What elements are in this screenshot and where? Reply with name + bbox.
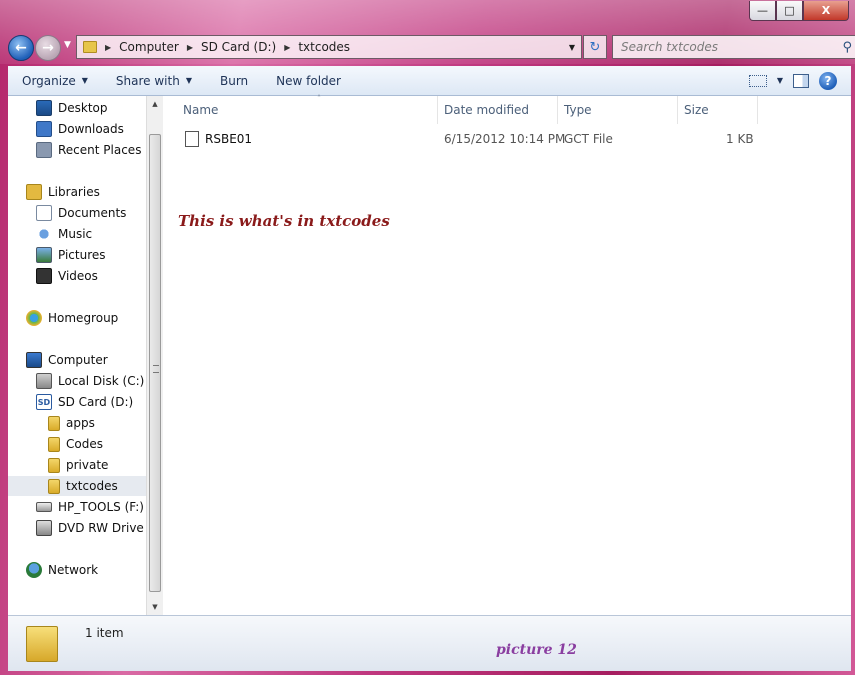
network-icon [26, 562, 42, 578]
breadcrumb-separator-icon[interactable]: ▶ [284, 43, 290, 52]
folder-icon [48, 457, 60, 473]
homegroup-icon [26, 310, 42, 326]
sidebar-item-local-disk[interactable]: Local Disk (C:) [36, 371, 144, 391]
breadcrumb-computer[interactable]: Computer [119, 40, 179, 54]
breadcrumb-separator-icon[interactable]: ▶ [105, 43, 111, 52]
breadcrumb-txtcodes[interactable]: txtcodes [298, 40, 350, 54]
local-disk-icon [36, 373, 52, 389]
file-name-cell: RSBE01 [185, 130, 252, 148]
sidebar-item-libraries[interactable]: Libraries [26, 182, 100, 202]
downloads-icon [36, 121, 52, 137]
help-icon[interactable]: ? [819, 71, 837, 90]
recent-pages-dropdown[interactable]: ▼ [64, 40, 71, 50]
command-bar: Organize ▼ Share with ▼ Burn New folder ▼ … [8, 66, 851, 96]
videos-icon [36, 268, 52, 284]
sidebar-item-network[interactable]: Network [26, 560, 98, 580]
minimize-button[interactable]: — [749, 1, 776, 21]
picture-label: picture 12 [496, 642, 577, 658]
search-placeholder: Search txtcodes [621, 40, 719, 54]
burn-button[interactable]: Burn [206, 74, 262, 88]
sort-ascending-icon: ˄ [317, 94, 321, 103]
sidebar-item-videos[interactable]: Videos [36, 266, 98, 286]
folder-icon [83, 41, 97, 53]
column-header-name[interactable]: Name ˄ [177, 94, 438, 124]
forward-button[interactable]: → [35, 35, 61, 61]
view-options-dropdown-icon[interactable]: ▼ [777, 76, 783, 85]
back-arrow-icon: ← [15, 40, 27, 56]
sidebar-item-sd-card[interactable]: SD SD Card (D:) [36, 392, 133, 412]
address-bar[interactable]: ▶ Computer ▶ SD Card (D:) ▶ txtcodes ▼ [76, 35, 582, 59]
dvd-drive-icon [36, 520, 52, 536]
documents-icon [36, 205, 52, 221]
navigation-scrollbar[interactable]: ▲ ▼ [146, 96, 163, 615]
file-type-cell: GCT File [564, 132, 613, 146]
sidebar-item-hp-tools[interactable]: HP_TOOLS (F:) [36, 497, 144, 517]
sidebar-item-homegroup[interactable]: Homegroup [26, 308, 118, 328]
folder-icon [48, 478, 60, 494]
forward-arrow-icon: → [42, 40, 54, 56]
breadcrumb-separator-icon[interactable]: ▶ [187, 43, 193, 52]
file-date-cell: 6/15/2012 10:14 PM [444, 132, 566, 146]
details-pane: 1 item picture 12 [8, 615, 851, 671]
breadcrumb-sd-card[interactable]: SD Card (D:) [201, 40, 276, 54]
caption-buttons: — □ X [749, 1, 849, 21]
search-input[interactable]: Search txtcodes ⚲ [612, 35, 855, 59]
sd-card-icon: SD [36, 394, 52, 410]
new-folder-button[interactable]: New folder [262, 74, 355, 88]
pictures-icon [36, 247, 52, 263]
navigation-row: ← → ▼ ▶ Computer ▶ SD Card (D:) ▶ txtcod… [8, 32, 855, 62]
change-view-icon[interactable] [748, 74, 767, 87]
close-button[interactable]: X [803, 1, 849, 21]
sidebar-item-dvd-drive[interactable]: DVD RW Drive (G [36, 518, 146, 538]
item-count: 1 item [85, 626, 124, 640]
scroll-thumb[interactable] [149, 134, 161, 592]
back-button[interactable]: ← [8, 35, 34, 61]
scroll-down-icon[interactable]: ▼ [147, 599, 163, 615]
sidebar-item-recent-places[interactable]: Recent Places [36, 140, 141, 160]
scroll-up-icon[interactable]: ▲ [147, 96, 163, 112]
organize-menu[interactable]: Organize ▼ [8, 74, 102, 88]
usb-drive-icon [36, 502, 52, 512]
folder-icon [48, 415, 60, 431]
file-list: Name ˄ Date modified Type Size RSBE01 6/… [163, 94, 851, 615]
share-with-menu[interactable]: Share with ▼ [102, 74, 206, 88]
computer-icon [26, 352, 42, 368]
maximize-button[interactable]: □ [776, 1, 803, 21]
sidebar-item-computer[interactable]: Computer [26, 350, 108, 370]
grip-icon [153, 365, 159, 373]
libraries-icon [26, 184, 42, 200]
sidebar-item-codes[interactable]: Codes [48, 434, 103, 454]
file-size-cell: 1 KB [726, 132, 754, 146]
file-icon [185, 131, 199, 147]
annotation-text: This is what's in txtcodes [178, 212, 390, 230]
search-icon[interactable]: ⚲ [842, 40, 852, 55]
folder-icon [48, 436, 60, 452]
refresh-icon: ↻ [589, 39, 601, 55]
address-dropdown-icon[interactable]: ▼ [569, 43, 575, 52]
recent-places-icon [36, 142, 52, 158]
column-header-type[interactable]: Type [558, 96, 678, 124]
desktop-icon [36, 100, 52, 116]
column-header-size[interactable]: Size [678, 96, 758, 124]
sidebar-item-apps[interactable]: apps [48, 413, 95, 433]
sidebar-item-desktop[interactable]: Desktop [36, 98, 108, 118]
chevron-down-icon: ▼ [185, 76, 192, 85]
sidebar-item-pictures[interactable]: Pictures [36, 245, 106, 265]
folder-icon [26, 626, 58, 662]
column-header-date-modified[interactable]: Date modified [438, 96, 558, 124]
sidebar-item-downloads[interactable]: Downloads [36, 119, 124, 139]
preview-pane-icon[interactable] [793, 73, 809, 88]
sidebar-item-music[interactable]: Music [36, 224, 92, 244]
chevron-down-icon: ▼ [81, 76, 88, 85]
sidebar-item-txtcodes[interactable]: txtcodes [8, 476, 146, 496]
navigation-pane: Desktop Downloads Recent Places Librarie… [8, 96, 146, 615]
sidebar-item-documents[interactable]: Documents [36, 203, 126, 223]
sidebar-item-private[interactable]: private [48, 455, 108, 475]
refresh-button[interactable]: ↻ [583, 35, 607, 59]
music-icon [36, 226, 52, 242]
